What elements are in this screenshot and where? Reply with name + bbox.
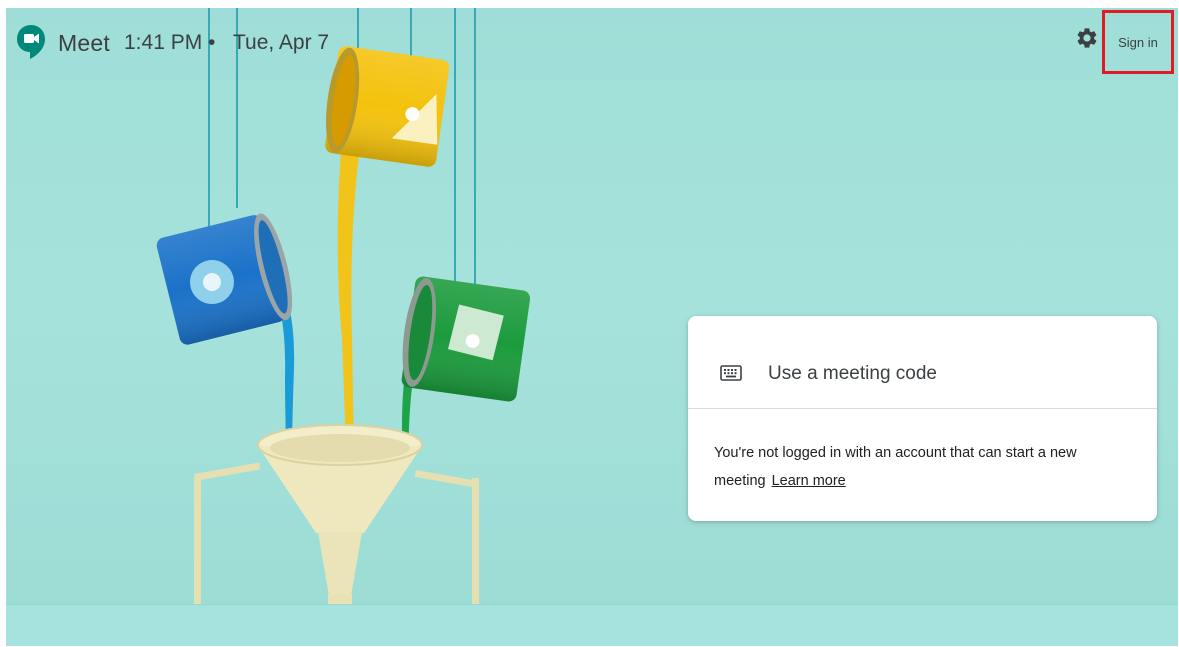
current-date: Tue, Apr 7 (233, 31, 330, 54)
app-name: Meet (58, 30, 110, 56)
time-date-separator: • (208, 31, 216, 54)
meeting-card: Use a meeting code You're not logged in … (688, 316, 1157, 521)
use-meeting-code-option[interactable]: Use a meeting code (688, 316, 1157, 409)
notice-text: You're not logged in with an account tha… (714, 445, 1077, 489)
current-time: 1:41 PM (124, 31, 203, 54)
meet-landing-page: Meet 1:41 PM • Tue, Apr 7 Sign in Use a … (6, 8, 1178, 646)
sign-in-button[interactable]: Sign in (1102, 10, 1174, 74)
google-meet-logo[interactable] (16, 24, 46, 60)
learn-more-link[interactable]: Learn more (772, 473, 846, 489)
floor-surface (6, 604, 1178, 646)
gear-icon[interactable] (1075, 26, 1099, 50)
top-bar: Meet 1:41 PM • Tue, Apr 7 Sign in (6, 8, 1178, 74)
paint-cans-illustration (156, 8, 531, 646)
keyboard-icon (720, 365, 742, 381)
not-logged-in-notice: You're not logged in with an account tha… (714, 439, 1134, 495)
use-meeting-code-label: Use a meeting code (768, 363, 937, 384)
